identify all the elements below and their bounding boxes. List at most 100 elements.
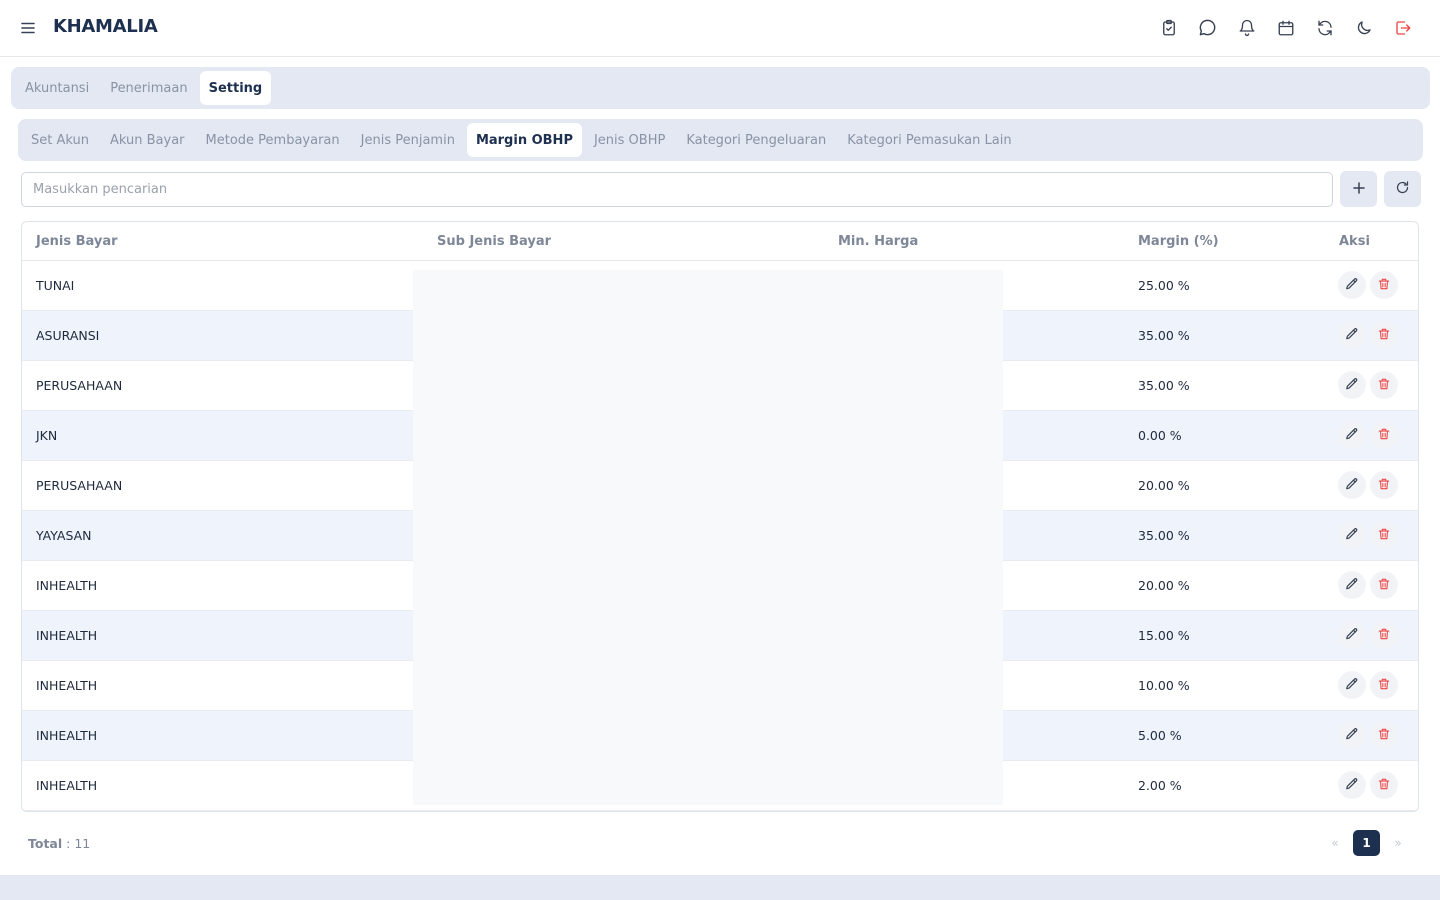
cell-margin: 25.00 % [1138,278,1190,293]
hamburger-menu-icon[interactable] [18,18,38,38]
trash-icon [1377,626,1391,645]
tab-akuntansi[interactable]: Akuntansi [16,71,98,105]
delete-button[interactable] [1370,521,1398,549]
redacted-area [413,270,1003,805]
plus-icon [1352,180,1366,199]
pagination-next[interactable]: » [1390,830,1406,856]
col-sub-jenis-bayar: Sub Jenis Bayar [437,234,552,249]
tab-margin-obhp[interactable]: Margin OBHP [466,123,582,157]
tab-penerimaan[interactable]: Penerimaan [101,71,196,105]
total-count: Total : 11 [28,836,90,851]
tab-metode-pembayaran[interactable]: Metode Pembayaran [197,123,349,157]
edit-button[interactable] [1338,321,1366,349]
moon-icon[interactable] [1353,17,1374,38]
top-bar: KHAMALIA [0,0,1440,57]
pagination-page-1[interactable]: 1 [1353,830,1380,856]
cell-jenis-bayar: PERUSAHAAN [36,478,123,493]
pencil-icon [1345,426,1359,445]
pencil-icon [1345,526,1359,545]
trash-icon [1377,326,1391,345]
delete-button[interactable] [1370,471,1398,499]
chat-icon[interactable] [1197,17,1218,38]
refresh-icon[interactable] [1314,17,1335,38]
delete-button[interactable] [1370,321,1398,349]
app-title: KHAMALIA [53,16,158,37]
pagination-prev[interactable]: « [1327,830,1343,856]
col-aksi: Aksi [1339,234,1370,249]
tab-jenis-penjamin[interactable]: Jenis Penjamin [352,123,464,157]
calendar-icon[interactable] [1275,17,1296,38]
delete-button[interactable] [1370,671,1398,699]
search-input[interactable] [21,172,1333,207]
cell-margin: 0.00 % [1138,428,1182,443]
logout-icon[interactable] [1392,17,1413,38]
cell-jenis-bayar: JKN [36,428,58,443]
delete-button[interactable] [1370,771,1398,799]
cell-margin: 2.00 % [1138,778,1182,793]
edit-button[interactable] [1338,621,1366,649]
tab-jenis-obhp[interactable]: Jenis OBHP [585,123,674,157]
tab-kategori-pengeluaran[interactable]: Kategori Pengeluaran [677,123,835,157]
edit-button[interactable] [1338,471,1366,499]
main-tabs: Akuntansi Penerimaan Setting [11,67,1430,109]
cell-margin: 35.00 % [1138,528,1190,543]
delete-button[interactable] [1370,421,1398,449]
delete-button[interactable] [1370,571,1398,599]
cell-jenis-bayar: INHEALTH [36,628,98,643]
trash-icon [1377,276,1391,295]
tab-setting[interactable]: Setting [199,71,272,105]
add-button[interactable] [1340,171,1377,207]
edit-button[interactable] [1338,671,1366,699]
page-footer-band [0,875,1440,900]
edit-button[interactable] [1338,371,1366,399]
cell-margin: 35.00 % [1138,378,1190,393]
tab-akun-bayar[interactable]: Akun Bayar [101,123,194,157]
pencil-icon [1345,626,1359,645]
cell-jenis-bayar: PERUSAHAAN [36,378,123,393]
trash-icon [1377,776,1391,795]
trash-icon [1377,576,1391,595]
pencil-icon [1345,676,1359,695]
cell-jenis-bayar: INHEALTH [36,778,98,793]
cell-jenis-bayar: INHEALTH [36,678,98,693]
pencil-icon [1345,476,1359,495]
edit-button[interactable] [1338,721,1366,749]
delete-button[interactable] [1370,621,1398,649]
edit-button[interactable] [1338,271,1366,299]
edit-button[interactable] [1338,421,1366,449]
tab-kategori-pemasukan-lain[interactable]: Kategori Pemasukan Lain [838,123,1020,157]
edit-button[interactable] [1338,571,1366,599]
trash-icon [1377,476,1391,495]
delete-button[interactable] [1370,271,1398,299]
pencil-icon [1345,726,1359,745]
cell-jenis-bayar: INHEALTH [36,578,98,593]
delete-button[interactable] [1370,721,1398,749]
trash-icon [1377,426,1391,445]
reload-button[interactable] [1384,171,1421,207]
delete-button[interactable] [1370,371,1398,399]
trash-icon [1377,726,1391,745]
trash-icon [1377,526,1391,545]
trash-icon [1377,676,1391,695]
cell-jenis-bayar: TUNAI [36,278,75,293]
clipboard-check-icon[interactable] [1158,17,1179,38]
edit-button[interactable] [1338,521,1366,549]
cell-jenis-bayar: ASURANSI [36,328,100,343]
cell-jenis-bayar: YAYASAN [36,528,92,543]
pencil-icon [1345,376,1359,395]
col-jenis-bayar: Jenis Bayar [36,234,118,249]
col-min-harga: Min. Harga [838,234,919,249]
total-label: Total [28,836,63,851]
pencil-icon [1345,576,1359,595]
setting-sub-tabs: Set Akun Akun Bayar Metode Pembayaran Je… [18,119,1423,161]
cell-margin: 10.00 % [1138,678,1190,693]
pencil-icon [1345,776,1359,795]
pencil-icon [1345,326,1359,345]
cell-jenis-bayar: INHEALTH [36,728,98,743]
margin-obhp-table: Jenis Bayar Sub Jenis Bayar Min. Harga M… [21,221,1419,812]
cell-margin: 35.00 % [1138,328,1190,343]
edit-button[interactable] [1338,771,1366,799]
cell-margin: 20.00 % [1138,578,1190,593]
bell-icon[interactable] [1236,17,1257,38]
tab-set-akun[interactable]: Set Akun [22,123,98,157]
